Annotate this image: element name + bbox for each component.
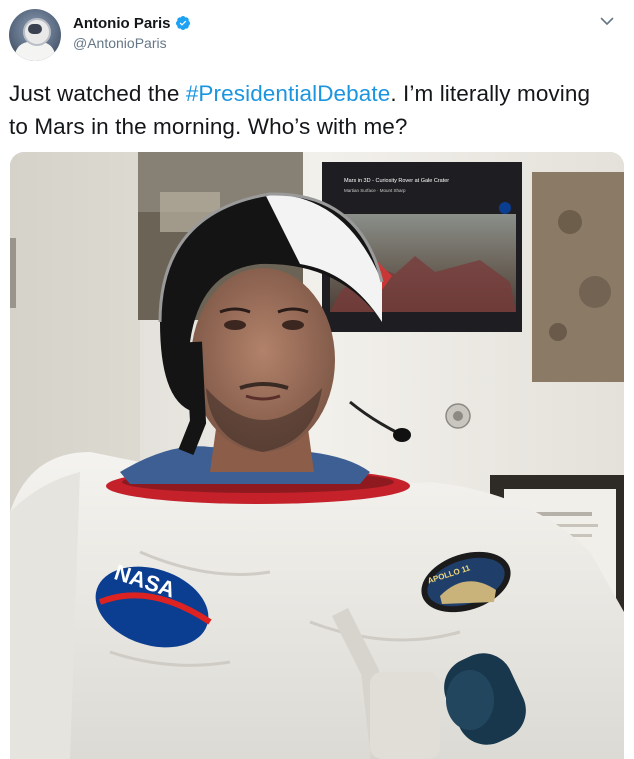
hashtag-link[interactable]: #PresidentialDebate (186, 81, 391, 106)
mars-poster-right (532, 172, 624, 382)
tweet-photo[interactable]: Mars in 3D - Curiosity Rover at Gale Cra… (10, 152, 624, 759)
photo-illustration: Mars in 3D - Curiosity Rover at Gale Cra… (10, 152, 624, 759)
chevron-down-icon[interactable] (599, 13, 615, 29)
author-avatar[interactable] (9, 9, 61, 61)
mars-poster-caption: Mars in 3D - Curiosity Rover at Gale Cra… (344, 178, 449, 184)
frame-edge (10, 238, 16, 308)
spacesuit-connector-ring (446, 670, 494, 730)
tweet-text-part: Just watched the (9, 81, 186, 106)
author-name-row: Antonio Paris (73, 13, 191, 33)
eye-right (282, 320, 304, 330)
spacesuit-arm (10, 472, 80, 759)
author-display-name[interactable]: Antonio Paris (73, 15, 171, 32)
author-handle[interactable]: @AntonioParis (73, 35, 167, 51)
crater (558, 210, 582, 234)
avatar-visor (28, 24, 42, 34)
crater (549, 323, 567, 341)
verified-badge-icon (175, 16, 190, 30)
nasa-meatball-icon (499, 202, 511, 214)
spacesuit-chest-pack (370, 672, 440, 759)
wall-fixture-center (453, 411, 463, 421)
eye-left (224, 320, 246, 330)
crater (579, 276, 611, 308)
mars-poster-subcaption: Martian Surface · Mount Sharp (344, 188, 406, 193)
tweet-text: Just watched the #PresidentialDebate. I’… (9, 77, 609, 143)
microphone (393, 428, 411, 442)
